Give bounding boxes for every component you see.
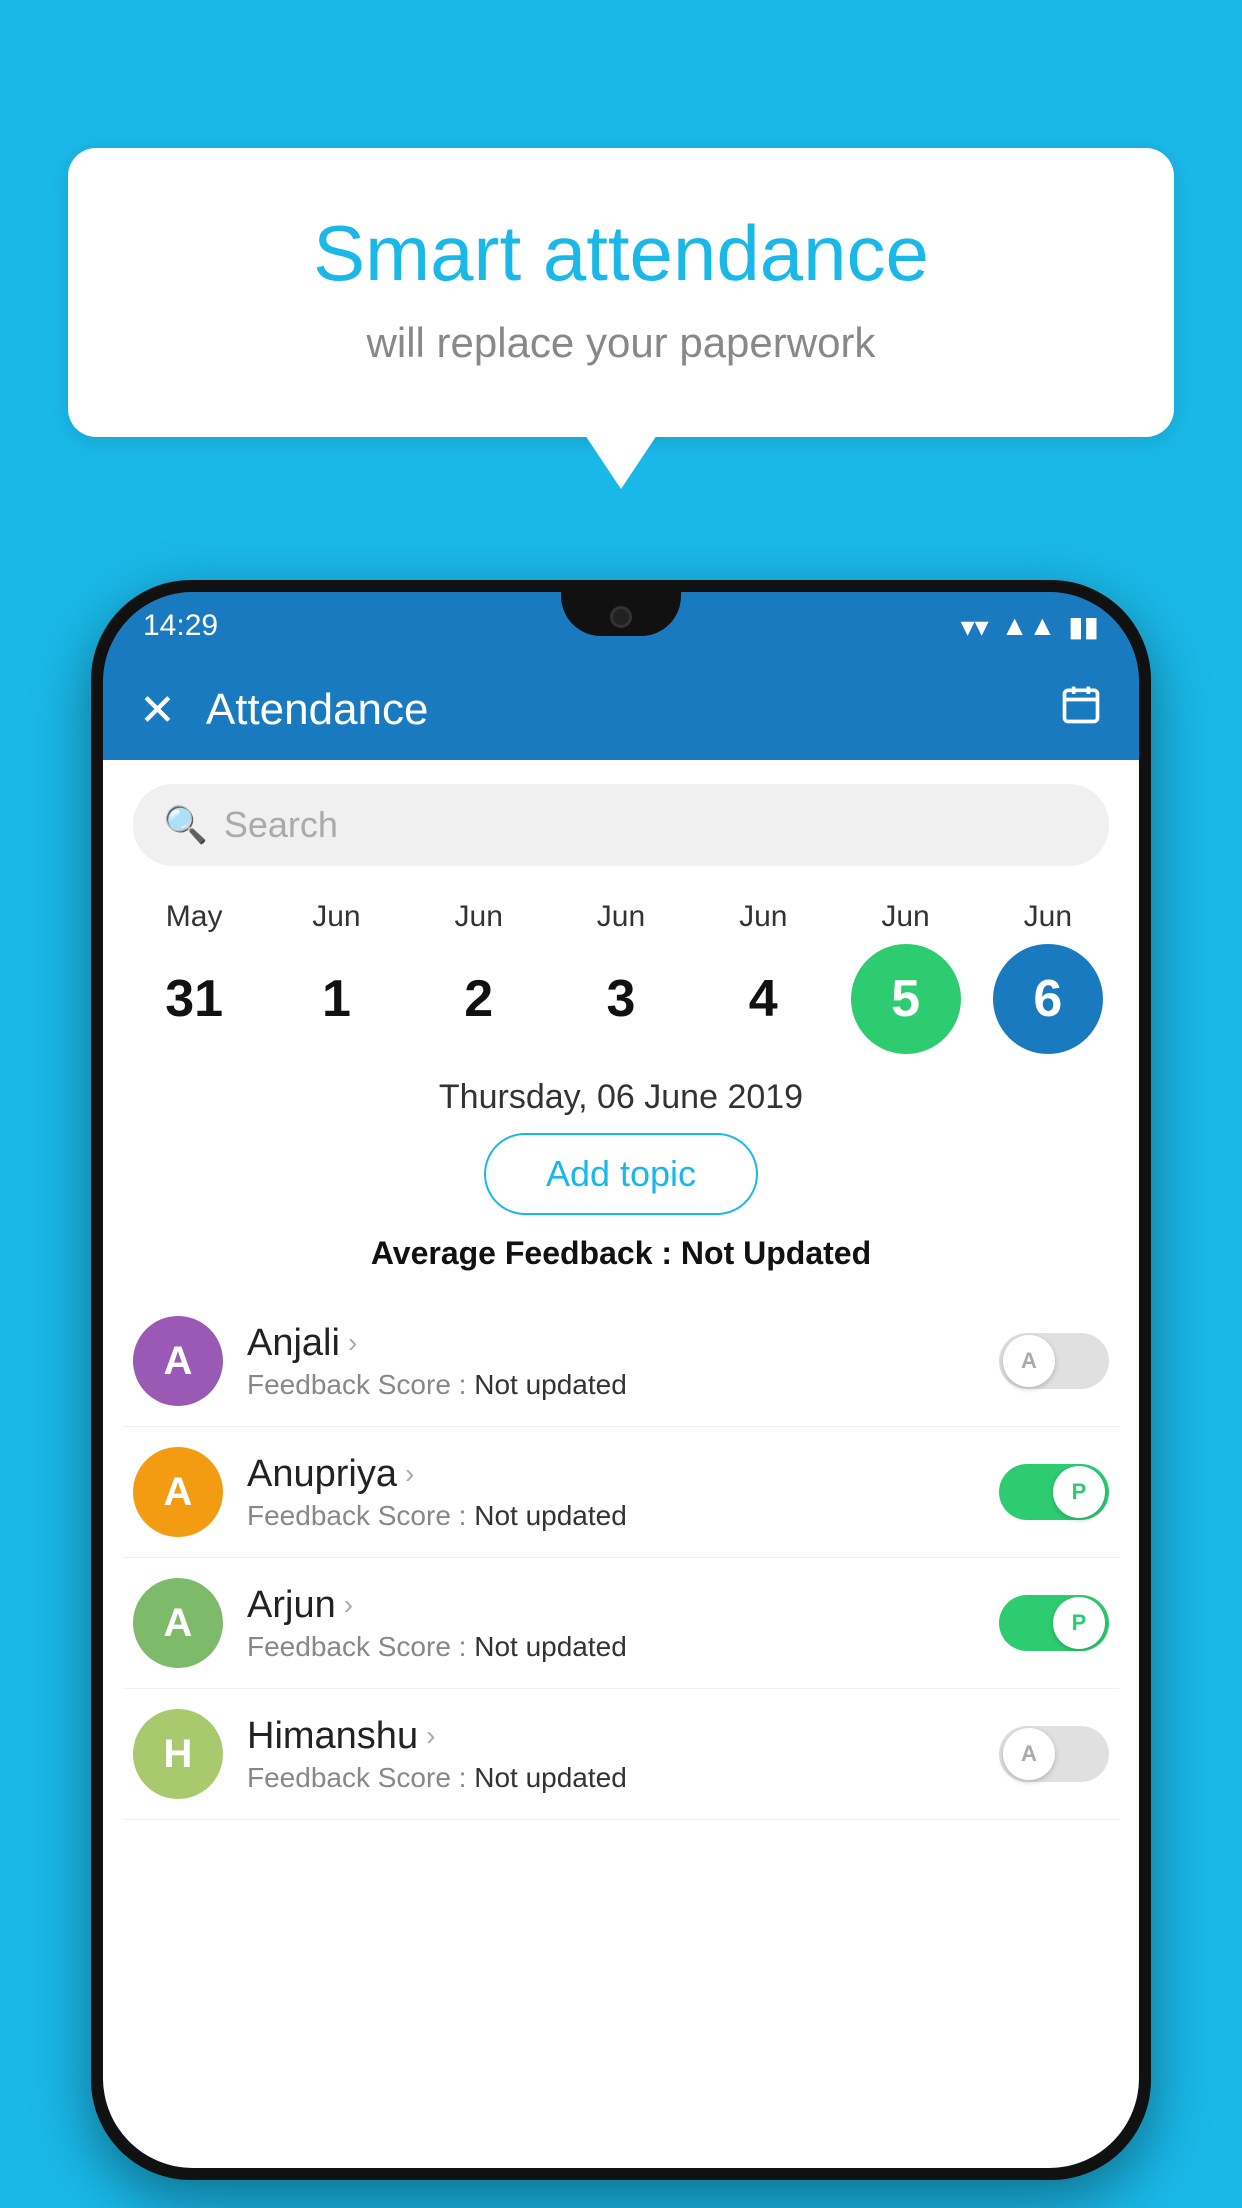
signal-icon: ▲▲	[1001, 610, 1056, 642]
status-time: 14:29	[143, 609, 218, 643]
battery-icon: ▮▮	[1068, 610, 1099, 643]
cal-month-label: Jun	[455, 900, 503, 934]
cal-day-number[interactable]: 5	[851, 944, 961, 1054]
chevron-icon: ›	[348, 1327, 357, 1359]
calendar-day-3[interactable]: Jun 3	[556, 900, 686, 1054]
bubble-title: Smart attendance	[118, 208, 1124, 299]
feedback-value: Not updated	[474, 1369, 627, 1400]
phone-notch	[561, 592, 681, 636]
cal-day-number[interactable]: 4	[708, 944, 818, 1054]
toggle-knob: A	[1003, 1728, 1055, 1780]
student-avatar: A	[133, 1447, 223, 1537]
cal-day-number[interactable]: 6	[993, 944, 1103, 1054]
attendance-toggle[interactable]: A	[999, 1333, 1109, 1389]
cal-day-number[interactable]: 1	[281, 944, 391, 1054]
cal-day-number[interactable]: 31	[139, 944, 249, 1054]
app-bar: ✕ Attendance	[103, 660, 1139, 760]
toggle-knob: A	[1003, 1335, 1055, 1387]
toggle-knob: P	[1053, 1597, 1105, 1649]
student-info: Arjun › Feedback Score : Not updated	[247, 1584, 999, 1663]
student-avatar: A	[133, 1578, 223, 1668]
app-bar-title: Attendance	[206, 685, 1059, 735]
student-feedback: Feedback Score : Not updated	[247, 1369, 999, 1401]
attendance-toggle[interactable]: A	[999, 1726, 1109, 1782]
toggle-knob: P	[1053, 1466, 1105, 1518]
student-name: Himanshu ›	[247, 1715, 999, 1758]
search-bar[interactable]: 🔍 Search	[133, 784, 1109, 866]
calendar-day-5[interactable]: Jun 5	[841, 900, 971, 1054]
chevron-icon: ›	[426, 1720, 435, 1752]
feedback-value: Not updated	[474, 1500, 627, 1531]
wifi-icon: ▾▾	[961, 610, 989, 643]
chevron-icon: ›	[344, 1589, 353, 1621]
student-info: Anupriya › Feedback Score : Not updated	[247, 1453, 999, 1532]
search-input[interactable]: Search	[224, 804, 338, 846]
student-list: AAnjali ›Feedback Score : Not updatedAAA…	[103, 1296, 1139, 1820]
student-feedback: Feedback Score : Not updated	[247, 1762, 999, 1794]
calendar-day-0[interactable]: May 31	[129, 900, 259, 1054]
calendar-icon[interactable]	[1059, 683, 1103, 737]
student-feedback: Feedback Score : Not updated	[247, 1500, 999, 1532]
phone-frame: 14:29 ▾▾ ▲▲ ▮▮ ✕ Attendance	[91, 580, 1151, 2180]
cal-month-label: Jun	[597, 900, 645, 934]
close-button[interactable]: ✕	[139, 685, 176, 736]
phone-inner: 14:29 ▾▾ ▲▲ ▮▮ ✕ Attendance	[103, 592, 1139, 2168]
attendance-toggle[interactable]: P	[999, 1595, 1109, 1651]
student-avatar: H	[133, 1709, 223, 1799]
cal-month-label: Jun	[881, 900, 929, 934]
chevron-icon: ›	[405, 1458, 414, 1490]
student-name: Anupriya ›	[247, 1453, 999, 1496]
cal-day-number[interactable]: 2	[424, 944, 534, 1054]
feedback-value: Not updated	[474, 1762, 627, 1793]
speech-bubble: Smart attendance will replace your paper…	[68, 148, 1174, 437]
add-topic-button[interactable]: Add topic	[484, 1133, 758, 1215]
cal-day-number[interactable]: 3	[566, 944, 676, 1054]
student-row[interactable]: A Anupriya › Feedback Score : Not updated P	[123, 1427, 1119, 1558]
search-icon: 🔍	[163, 804, 208, 846]
feedback-value: Not updated	[474, 1631, 627, 1662]
avg-feedback: Average Feedback : Not Updated	[103, 1235, 1139, 1272]
avg-feedback-label: Average Feedback :	[371, 1235, 681, 1271]
calendar-day-2[interactable]: Jun 2	[414, 900, 544, 1054]
student-row[interactable]: A Arjun › Feedback Score : Not updated P	[123, 1558, 1119, 1689]
student-info: Himanshu › Feedback Score : Not updated	[247, 1715, 999, 1794]
avg-feedback-value: Not Updated	[681, 1235, 871, 1271]
calendar-day-4[interactable]: Jun 4	[698, 900, 828, 1054]
cal-month-label: May	[166, 900, 223, 934]
attendance-toggle[interactable]: P	[999, 1464, 1109, 1520]
calendar-day-1[interactable]: Jun 1	[271, 900, 401, 1054]
student-name: Arjun ›	[247, 1584, 999, 1627]
calendar-day-6[interactable]: Jun 6	[983, 900, 1113, 1054]
cal-month-label: Jun	[739, 900, 787, 934]
cal-month-label: Jun	[312, 900, 360, 934]
student-row[interactable]: AAnjali ›Feedback Score : Not updatedA	[123, 1296, 1119, 1427]
student-avatar: A	[133, 1316, 223, 1406]
student-info: Anjali › Feedback Score : Not updated	[247, 1322, 999, 1401]
status-icons: ▾▾ ▲▲ ▮▮	[961, 610, 1099, 643]
content-area: 🔍 Search May 31 Jun 1 Jun 2 Jun 3 Jun 4 Jun 5 Jun 6 T…	[103, 760, 1139, 2168]
camera	[610, 606, 632, 628]
student-name: Anjali ›	[247, 1322, 999, 1365]
selected-date-label: Thursday, 06 June 2019	[103, 1078, 1139, 1117]
cal-month-label: Jun	[1024, 900, 1072, 934]
calendar-strip: May 31 Jun 1 Jun 2 Jun 3 Jun 4 Jun 5 Jun 6	[103, 886, 1139, 1054]
student-row[interactable]: H Himanshu › Feedback Score : Not updatedA	[123, 1689, 1119, 1820]
student-feedback: Feedback Score : Not updated	[247, 1631, 999, 1663]
bubble-subtitle: will replace your paperwork	[118, 319, 1124, 367]
